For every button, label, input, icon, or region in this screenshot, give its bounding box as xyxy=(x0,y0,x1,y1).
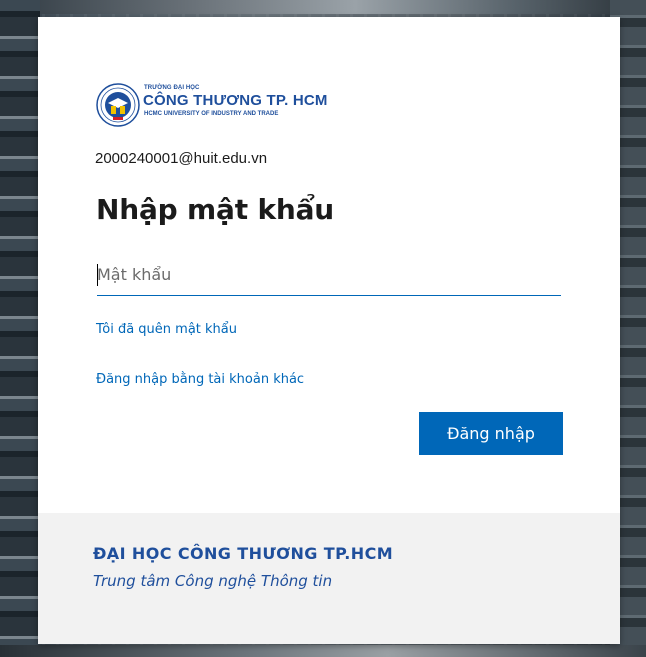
footer-dept: Trung tâm Công nghệ Thông tin xyxy=(93,572,333,590)
page-title: Nhập mật khẩu xyxy=(96,193,335,226)
other-account-link[interactable]: Đăng nhập bằng tài khoản khác xyxy=(96,372,304,387)
password-field[interactable] xyxy=(97,257,561,296)
university-seal-icon xyxy=(96,83,140,127)
sign-in-button[interactable]: Đăng nhập xyxy=(419,412,563,455)
logo-line-big: CÔNG THƯƠNG TP. HCM xyxy=(143,92,328,109)
background-detail xyxy=(0,645,646,657)
logo-line-small: TRƯỜNG ĐẠI HỌC xyxy=(144,85,200,91)
footer: ĐẠI HỌC CÔNG THƯƠNG TP.HCM Trung tâm Côn… xyxy=(38,513,620,644)
forgot-password-link[interactable]: Tôi đã quên mật khẩu xyxy=(96,322,237,337)
signin-card-body: TRƯỜNG ĐẠI HỌC CÔNG THƯƠNG TP. HCM HCMC … xyxy=(38,17,620,513)
footer-org: ĐẠI HỌC CÔNG THƯƠNG TP.HCM xyxy=(93,544,394,563)
text-caret xyxy=(97,264,98,286)
password-input[interactable] xyxy=(97,257,561,291)
account-email: 2000240001@huit.edu.vn xyxy=(95,150,268,167)
logo-line-sub: HCMC UNIVERSITY OF INDUSTRY AND TRADE xyxy=(144,111,279,117)
university-logo: TRƯỜNG ĐẠI HỌC CÔNG THƯƠNG TP. HCM HCMC … xyxy=(96,83,336,131)
background-detail xyxy=(0,0,40,657)
signin-card: TRƯỜNG ĐẠI HỌC CÔNG THƯƠNG TP. HCM HCMC … xyxy=(38,17,620,644)
background-detail xyxy=(0,0,646,14)
